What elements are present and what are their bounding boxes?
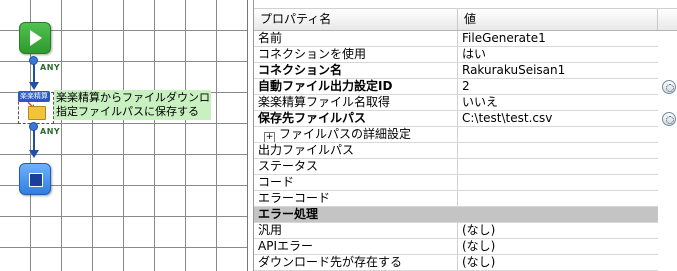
start-node[interactable]: [19, 22, 51, 54]
property-label: ファイルパスの詳細設定: [279, 127, 412, 141]
property-label: コード: [254, 175, 458, 190]
property-value[interactable]: はい: [458, 47, 658, 62]
property-label: APIエラー: [254, 239, 458, 254]
property-value[interactable]: [458, 175, 658, 190]
property-grid-header: プロパティ名 値: [254, 8, 677, 31]
property-label: 出力ファイルパス: [254, 143, 458, 158]
flow-canvas[interactable]: ANY 楽楽精算 ↘ 楽楽精算からファイルダウンロード 指定ファイルパスに保存す…: [0, 0, 248, 271]
property-row-name[interactable]: 名前 FileGenerate1: [254, 31, 658, 47]
property-label: ステータス: [254, 159, 458, 174]
folder-icon: [28, 106, 46, 120]
property-row-auto-output-id[interactable]: 自動ファイル出力設定ID 2: [254, 79, 658, 95]
property-label: エラーコード: [254, 191, 458, 206]
end-node[interactable]: [19, 163, 51, 195]
property-row-general[interactable]: 汎用 (なし): [254, 223, 658, 239]
property-value[interactable]: (なし): [458, 239, 658, 254]
property-grid: プロパティ名 値 名前 FileGenerate1 コネクションを使用 はい コ…: [253, 0, 677, 271]
property-row-filepath-detail[interactable]: + ファイルパスの詳細設定: [254, 127, 658, 143]
property-value[interactable]: FileGenerate1: [458, 31, 658, 46]
property-label: ダウンロード先が存在する: [254, 255, 458, 270]
property-value[interactable]: [458, 191, 658, 206]
property-row-api-error[interactable]: APIエラー (なし): [254, 239, 658, 255]
property-label: コネクション名: [254, 63, 458, 78]
arrow-down-icon: [29, 150, 39, 158]
property-value[interactable]: (なし): [458, 255, 658, 270]
property-label: 自動ファイル出力設定ID: [254, 79, 458, 94]
action-caption: 楽楽精算からファイルダウンロード 指定ファイルパスに保存する: [54, 90, 211, 120]
any-label-bottom: ANY: [40, 127, 61, 136]
connector-dot-top[interactable]: [29, 56, 38, 65]
property-row-connection-name[interactable]: コネクション名 RakurakuSeisan1: [254, 63, 658, 79]
connector-dot-bottom[interactable]: [29, 122, 38, 131]
browse-button-save-path[interactable]: [662, 112, 676, 126]
property-row-destination-exists[interactable]: ダウンロード先が存在する (なし): [254, 255, 658, 271]
column-header-name[interactable]: プロパティ名: [254, 9, 458, 30]
property-value[interactable]: [458, 143, 658, 158]
property-value[interactable]: C:\test\test.csv: [458, 111, 658, 126]
property-value[interactable]: [458, 159, 658, 174]
property-value[interactable]: (なし): [458, 223, 658, 238]
property-row-output-path[interactable]: 出力ファイルパス: [254, 143, 658, 159]
property-label: 名前: [254, 31, 458, 46]
property-row-use-connection[interactable]: コネクションを使用 はい: [254, 47, 658, 63]
arrow-down-icon: [29, 82, 39, 90]
property-row-get-filename[interactable]: 楽楽精算ファイル名取得 いいえ: [254, 95, 658, 111]
section-label: エラー処理: [258, 207, 319, 221]
play-icon: [30, 30, 42, 46]
property-value[interactable]: 2: [458, 79, 658, 94]
property-value[interactable]: [458, 127, 658, 142]
property-label-expandable: + ファイルパスの詳細設定: [254, 127, 458, 142]
property-value[interactable]: いいえ: [458, 95, 658, 110]
column-header-value[interactable]: 値: [458, 9, 658, 30]
property-row-save-path[interactable]: 保存先ファイルパス C:\test\test.csv: [254, 111, 658, 127]
property-row-error-code[interactable]: エラーコード: [254, 191, 658, 207]
action-caption-line1: 楽楽精算からファイルダウンロード: [56, 91, 211, 104]
expand-icon[interactable]: +: [264, 132, 275, 142]
property-label: 汎用: [254, 223, 458, 238]
property-value[interactable]: RakurakuSeisan1: [458, 63, 658, 78]
stop-icon: [29, 173, 43, 187]
property-section-error-handling[interactable]: エラー処理: [254, 207, 658, 223]
property-label: コネクションを使用: [254, 47, 458, 62]
any-label-top: ANY: [40, 63, 61, 72]
property-row-code[interactable]: コード: [254, 175, 658, 191]
property-label: 保存先ファイルパス: [254, 111, 458, 126]
browse-button-auto-output-id[interactable]: [662, 80, 676, 94]
property-row-status[interactable]: ステータス: [254, 159, 658, 175]
action-caption-line2: 指定ファイルパスに保存する: [56, 105, 199, 118]
property-label: 楽楽精算ファイル名取得: [254, 95, 458, 110]
